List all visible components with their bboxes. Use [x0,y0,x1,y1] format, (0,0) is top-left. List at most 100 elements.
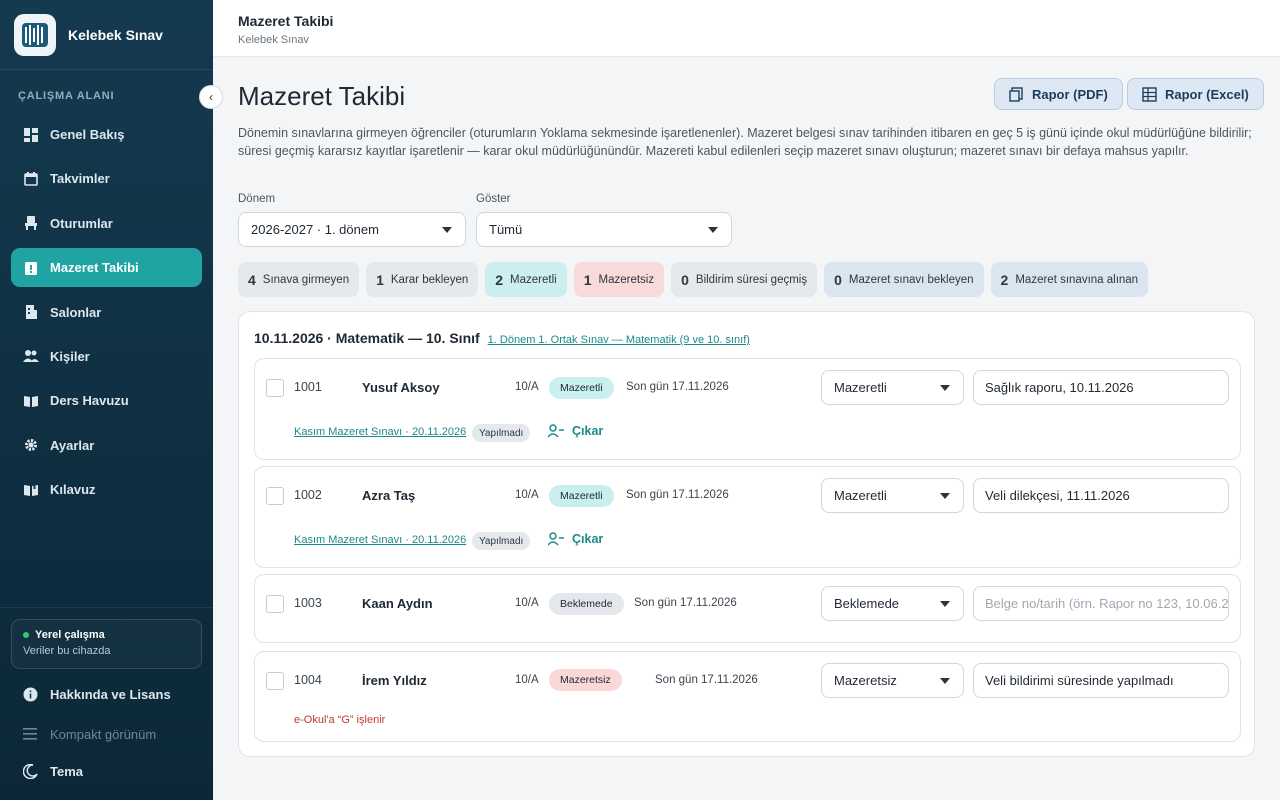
sidebar-item-label: Oturumlar [50,215,113,231]
chair-icon [23,215,39,231]
decision-select[interactable]: Beklemede [821,586,964,621]
remove-from-exam-button[interactable]: Çıkar [548,532,603,546]
sidebar-item-label: Kişiler [50,348,90,364]
brand[interactable]: Kelebek Sınav [0,0,213,70]
about-license-link[interactable]: Hakkında ve Lisans [22,686,171,702]
sidebar-item-label: Ders Havuzu [50,393,129,409]
student-name: Yusuf Aksoy [362,380,440,395]
report-pdf-button[interactable]: Rapor (PDF) [994,78,1123,110]
sidebar-item-label: Mazeret Takibi [50,260,139,276]
stat-unexcused[interactable]: 1 Mazeretsiz [573,262,665,297]
gear-icon [23,437,39,453]
decision-value: Mazeretli [834,380,887,395]
sidebar-item-ayarlar[interactable]: Ayarlar [11,426,202,465]
stat-label: Mazeretli [510,273,557,286]
stat-excused[interactable]: 2 Mazeretli [485,262,567,297]
document-note-input[interactable]: Veli dilekçesi, 11.11.2026 [973,478,1229,513]
student-class: 10/A [515,489,539,501]
row-checkbox[interactable] [266,379,284,397]
group-title: 10.11.2026 · Matematik — 10. Sınıf [254,330,480,346]
sidebar-item-label: Takvimler [50,171,110,187]
document-note-input[interactable]: Sağlık raporu, 10.11.2026 [973,370,1229,405]
makeup-exam-link[interactable]: Kasım Mazeret Sınavı · 20.11.2026 [294,534,466,546]
stat-overdue[interactable]: 0 Bildirim süresi geçmiş [671,262,818,297]
row-checkbox[interactable] [266,672,284,690]
remove-from-exam-button[interactable]: Çıkar [548,424,603,438]
row-checkbox[interactable] [266,595,284,613]
stat-absent[interactable]: 4 Sınava girmeyen [238,262,360,297]
compact-view-toggle[interactable]: Kompakt görünüm [22,726,156,742]
decision-select[interactable]: Mazeretsiz [821,663,964,698]
report-excel-label: Rapor (Excel) [1165,86,1249,102]
document-note-input[interactable]: Belge no/tarih (örn. Rapor no 123, 10.06… [973,586,1229,621]
student-row: 1001 Yusuf Aksoy 10/A Mazeretli Son gün … [254,358,1241,460]
chevron-down-icon [940,678,950,684]
stat-makeup-taken[interactable]: 2 Mazeret sınavına alınan [990,262,1149,297]
local-status-card: Yerel çalışma Veriler bu cihazda [11,619,202,669]
student-name: İrem Yıldız [362,673,427,688]
chevron-down-icon [940,601,950,607]
sidebar-item-genel-bakis[interactable]: Genel Bakış [11,115,202,154]
remove-label: Çıkar [572,532,604,546]
student-number: 1001 [294,380,322,394]
show-label: Göster [476,193,511,205]
sidebar-item-ders-havuzu[interactable]: Ders Havuzu [11,381,202,420]
breadcrumb-title: Mazeret Takibi [238,13,334,29]
sidebar-item-kilavuz[interactable]: Kılavuz [11,470,202,509]
decision-select[interactable]: Mazeretli [821,370,964,405]
sidebar-item-label: Genel Bakış [50,127,125,142]
theme-toggle[interactable]: Tema [22,763,83,779]
pdf-icon [1009,86,1024,102]
people-icon [23,348,39,364]
report-excel-button[interactable]: Rapor (Excel) [1127,78,1264,110]
sidebar: Kelebek Sınav ÇALIŞMA ALANI Genel Bakış … [0,0,213,800]
exam-status-badge: Yapılmadı [472,424,531,442]
status-badge: Mazeretli [549,485,614,507]
spreadsheet-icon [1142,86,1157,102]
dashboard-icon [23,127,39,143]
stat-label: Bildirim süresi geçmiş [695,273,808,286]
page-description: Dönemin sınavlarına girmeyen öğrenciler … [238,126,1252,158]
decision-select[interactable]: Mazeretli [821,478,964,513]
report-pdf-label: Rapor (PDF) [1032,86,1108,102]
show-select[interactable]: Tümü [476,212,732,247]
due-date: Son gün 17.11.2026 [626,381,729,393]
sidebar-item-kisiler[interactable]: Kişiler [11,337,202,376]
stats-chips: 4 Sınava girmeyen 1 Karar bekleyen 2 Mazere… [238,262,1155,297]
menu-icon [22,726,38,742]
stat-pending[interactable]: 1 Karar bekleyen [366,262,479,297]
stat-label: Karar bekleyen [390,273,469,286]
sidebar-item-takvimler[interactable]: Takvimler [11,159,202,198]
stat-makeup-waiting[interactable]: 0 Mazeret sınavı bekleyen [824,262,984,297]
app-logo-icon [14,13,56,56]
term-label: Dönem [238,193,276,205]
student-name: Azra Taş [362,488,416,503]
student-class: 10/A [515,381,539,393]
chevron-down-icon [940,385,950,391]
page-title: Mazeret Takibi [238,81,406,111]
collapse-sidebar-button[interactable]: ‹ [199,85,223,109]
row-checkbox[interactable] [266,487,284,505]
absence-group-panel: 10.11.2026 · Matematik — 10. Sınıf 1. Dö… [238,311,1255,757]
sidebar-item-oturumlar[interactable]: Oturumlar [11,204,202,243]
compact-label: Kompakt görünüm [50,726,157,742]
breadcrumb-subtitle: Kelebek Sınav [238,34,309,46]
sidebar-item-salonlar[interactable]: Salonlar [11,293,202,332]
document-note-input[interactable]: Veli bildirimi süresinde yapılmadı [973,663,1229,698]
local-title: Yerel çalışma [35,629,105,641]
term-select[interactable]: 2026-2027 · 1. dönem [238,212,466,247]
makeup-exam-link[interactable]: Kasım Mazeret Sınavı · 20.11.2026 [294,426,466,438]
term-value: 2026-2027 · 1. dönem [251,222,379,237]
stat-label: Sınava girmeyen [262,273,350,286]
clipboard-alert-icon [23,260,39,276]
exam-link[interactable]: 1. Dönem 1. Ortak Sınav — Matematik (9 v… [488,334,750,346]
sidebar-item-mazeret-takibi[interactable]: Mazeret Takibi [11,248,202,288]
sidebar-nav: Genel Bakış Takvimler Oturumlar Mazeret … [11,115,202,515]
sidebar-item-label: Kılavuz [50,482,96,498]
stat-count: 1 [583,271,592,288]
stat-label: Mazeret sınavına alınan [1015,273,1139,286]
student-row: 1004 İrem Yıldız 10/A Mazeretsiz Son gün… [254,651,1241,742]
student-row: 1003 Kaan Aydın 10/A Beklemede Son gün 1… [254,574,1241,643]
sidebar-item-label: Salonlar [50,304,102,320]
remove-label: Çıkar [572,424,604,438]
